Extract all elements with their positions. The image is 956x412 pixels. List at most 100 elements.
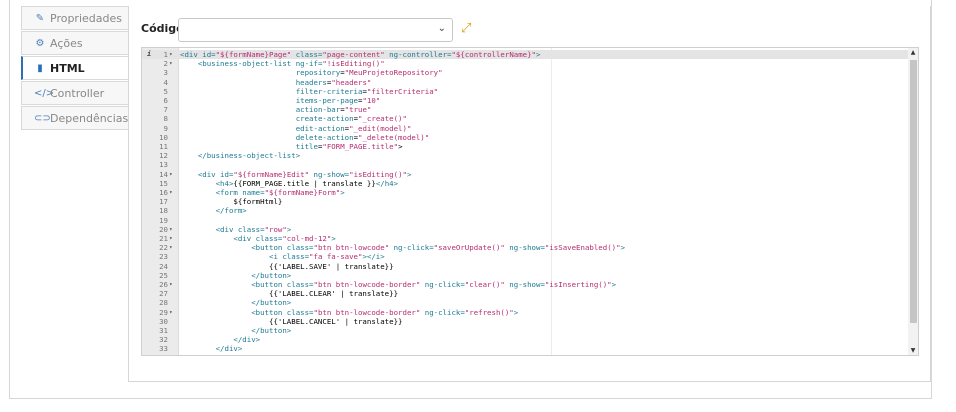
code-text: <business-object-list ng-if="!isEditing(… bbox=[197, 59, 385, 69]
line-number: 4 bbox=[163, 77, 168, 87]
line-number: 21 bbox=[159, 234, 168, 243]
code-line: 26 ▾ <button class="btn btn-lowcode-borde… bbox=[142, 280, 616, 289]
code-line: 23 <i class="fa fa-save"></i> bbox=[142, 252, 385, 262]
code-line: 9 edit-action="_edit(model)" bbox=[142, 124, 412, 133]
line-number: 25 bbox=[159, 270, 168, 280]
tab-label: HTML bbox=[50, 61, 85, 75]
code-line: 22 ▾ <button class="btn btn-lowcode" ng-c… bbox=[142, 243, 625, 253]
line-number: 5 bbox=[163, 86, 168, 96]
editor-vertical-scrollbar[interactable]: ▲ ▼ bbox=[908, 48, 918, 355]
line-number: 1 bbox=[163, 50, 168, 59]
code-line: 32 </div> bbox=[142, 335, 260, 344]
code-text: create-action="_create()" bbox=[295, 114, 407, 124]
code-text: title="FORM_PAGE.title"> bbox=[295, 142, 403, 151]
code-line: 4 headers="headers" bbox=[142, 77, 372, 87]
line-number: 24 bbox=[159, 261, 168, 271]
line-number: 18 bbox=[159, 206, 168, 216]
code-text: </button> bbox=[251, 326, 292, 335]
line-number: 19 bbox=[159, 215, 168, 225]
line-number: 31 bbox=[159, 326, 168, 335]
line-number: 12 bbox=[159, 151, 168, 161]
tab-label: Controller bbox=[50, 86, 105, 100]
scroll-up-icon[interactable]: ▲ bbox=[909, 49, 917, 56]
code-text: {{'LABEL.CLEAR' | translate}} bbox=[180, 289, 399, 299]
expand-icon[interactable]: ⤢ bbox=[461, 22, 475, 36]
fold-arrow-icon[interactable]: ▾ bbox=[169, 188, 177, 197]
link-icon: ⊂⊃ bbox=[34, 112, 51, 124]
code-line: 12 </business-object-list> bbox=[142, 151, 300, 161]
code-text: repository="MeuProjetoRepository" bbox=[295, 68, 443, 78]
file-icon: ▮ bbox=[37, 62, 43, 74]
code-text: ${formHtml} bbox=[180, 197, 283, 207]
code-text: {{'LABEL.CANCEL' | translate}} bbox=[180, 316, 403, 326]
tab-label: Dependências bbox=[50, 111, 129, 125]
code-line: 25 </button> bbox=[142, 270, 291, 280]
code-text: <div class="row"> bbox=[215, 224, 292, 234]
tab-html[interactable]: ▮ HTML bbox=[21, 56, 129, 80]
line-number: 16 bbox=[159, 188, 168, 197]
line-number: 13 bbox=[159, 160, 168, 170]
tab-label: Propriedades bbox=[50, 11, 122, 25]
code-text: <div id="${formName}Page" class="page-co… bbox=[180, 50, 541, 59]
code-line: 29 ▾ <button class="btn btn-lowcode-borde… bbox=[142, 307, 518, 317]
print-margin bbox=[551, 48, 552, 355]
fold-arrow-icon[interactable]: ▾ bbox=[169, 234, 177, 243]
line-number: 30 bbox=[159, 316, 168, 326]
info-icon: i bbox=[147, 50, 152, 58]
fold-arrow-icon[interactable]: ▾ bbox=[169, 243, 177, 252]
line-number: 33 bbox=[159, 344, 168, 354]
line-number: 7 bbox=[163, 105, 168, 115]
line-number: 20 bbox=[159, 224, 168, 234]
fold-arrow-icon[interactable]: ▾ bbox=[169, 308, 177, 317]
code-text: <i class="fa fa-save"></i> bbox=[269, 252, 385, 262]
code-line: 33 </div> bbox=[142, 344, 242, 354]
code-text: {{'LABEL.SAVE' | translate}} bbox=[180, 261, 394, 271]
tab-propriedades[interactable]: ✎ Propriedades bbox=[21, 6, 129, 30]
line-number: 8 bbox=[163, 114, 168, 124]
code-line: 10 delete-action="_delete(model)" bbox=[142, 132, 429, 142]
code-text: </div> bbox=[215, 344, 243, 354]
code-editor[interactable]: 1 ▾ i <div id="${formName}Page" class="page… bbox=[141, 47, 919, 356]
code-line: 5 filter-criteria="filterCriteria" bbox=[142, 86, 439, 96]
code-text: filter-criteria="filterCriteria" bbox=[295, 86, 439, 96]
scrollbar-thumb[interactable] bbox=[910, 60, 917, 323]
codigo-select[interactable]: ⌄ bbox=[178, 18, 453, 42]
line-number: 29 bbox=[159, 307, 168, 317]
fold-arrow-icon[interactable]: ▾ bbox=[169, 50, 177, 59]
code-line: 2 ▾ <business-object-list ng-if="!isEditi… bbox=[142, 59, 385, 68]
code-line: 19 bbox=[142, 216, 178, 225]
code-line: 21 ▾ <div class="col-md-12"> bbox=[142, 234, 336, 243]
chevron-down-icon: ⌄ bbox=[437, 23, 446, 34]
line-number: 23 bbox=[159, 252, 168, 262]
code-line: 3 repository="MeuProjetoRepository" bbox=[142, 68, 443, 78]
code-text: </button> bbox=[251, 270, 292, 280]
tab-acoes[interactable]: ⚙ Ações bbox=[21, 31, 129, 55]
line-number: 27 bbox=[159, 289, 168, 299]
code-line: 11 title="FORM_PAGE.title"> bbox=[142, 142, 402, 151]
line-number: 17 bbox=[159, 197, 168, 207]
line-number: 3 bbox=[163, 68, 168, 78]
line-number: 10 bbox=[159, 132, 168, 142]
fold-arrow-icon[interactable]: ▾ bbox=[169, 170, 177, 179]
code-line: 31 </button> bbox=[142, 326, 291, 335]
tab-label: Ações bbox=[50, 36, 83, 50]
fold-arrow-icon[interactable]: ▾ bbox=[169, 225, 177, 234]
fold-arrow-icon[interactable]: ▾ bbox=[169, 280, 177, 289]
code-line: 18 </form> bbox=[142, 206, 247, 216]
code-text: </form> bbox=[215, 206, 247, 216]
code-line: 30 {{'LABEL.CANCEL' | translate}} bbox=[142, 316, 402, 326]
fold-arrow-icon[interactable]: ▾ bbox=[169, 59, 177, 68]
edit-icon: ✎ bbox=[35, 12, 45, 24]
scroll-down-icon[interactable]: ▼ bbox=[909, 347, 917, 354]
tab-controller[interactable]: </> Controller bbox=[21, 81, 129, 105]
code-line: 8 create-action="_create()" bbox=[142, 114, 407, 124]
line-number: 28 bbox=[159, 298, 168, 308]
code-text: delete-action="_delete(model)" bbox=[295, 132, 430, 142]
cogs-icon: ⚙ bbox=[35, 37, 45, 49]
side-tabs: ✎ Propriedades ⚙ Ações ▮ HTML </> Controller… bbox=[21, 6, 129, 131]
line-number: 22 bbox=[159, 243, 168, 253]
line-number: 6 bbox=[163, 96, 168, 105]
tab-dependencias[interactable]: ⊂⊃ Dependências bbox=[21, 106, 129, 130]
code-line: 24 {{'LABEL.SAVE' | translate}} bbox=[142, 261, 393, 271]
code-line: 17 ${formHtml} bbox=[142, 197, 282, 207]
